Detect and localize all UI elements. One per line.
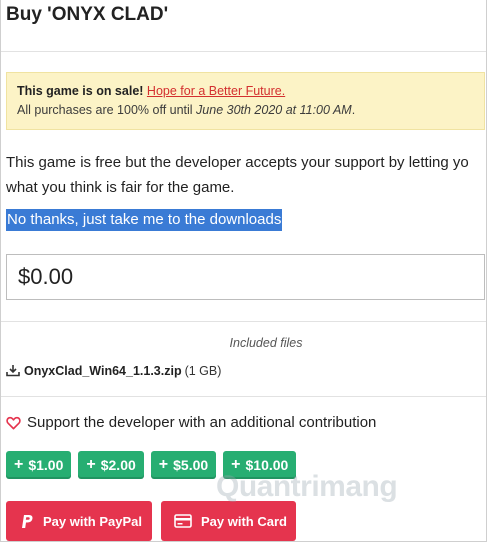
sale-link[interactable]: Hope for a Better Future. xyxy=(147,84,285,98)
sale-line-2: All purchases are 100% off until June 30… xyxy=(17,101,474,120)
sale-banner: This game is on sale! Hope for a Better … xyxy=(6,72,485,130)
file-item: OnyxClad_Win64_1.1.3.zip (1 GB) xyxy=(6,364,221,378)
support-label: Support the developer with an additional… xyxy=(27,414,377,431)
plus-icon: + xyxy=(231,456,241,473)
divider xyxy=(1,321,486,322)
pay-with-paypal-button[interactable]: Pay with PayPal xyxy=(6,501,152,541)
page-title: Buy 'ONYX CLAD' xyxy=(6,4,169,25)
sale-lead: This game is on sale! xyxy=(17,84,144,98)
plus-icon: + xyxy=(158,456,169,473)
tip-label: $10.00 xyxy=(245,457,289,473)
card-label: Pay with Card xyxy=(201,513,287,529)
tip-button-1[interactable]: + $1.00 xyxy=(6,451,72,479)
divider xyxy=(1,396,486,397)
file-size: (1 GB) xyxy=(184,364,222,378)
credit-card-icon xyxy=(174,514,192,528)
pay-with-card-button[interactable]: Pay with Card xyxy=(161,501,296,541)
sale-text-end: . xyxy=(351,103,356,117)
plus-icon: + xyxy=(86,456,96,473)
paypal-label: Pay with PayPal xyxy=(43,513,142,529)
tip-button-5[interactable]: + $5.00 xyxy=(150,451,217,479)
heart-icon xyxy=(6,416,21,430)
description: This game is free but the developer acce… xyxy=(6,150,486,200)
purchase-dialog: Buy 'ONYX CLAD' This game is on sale! Ho… xyxy=(0,0,487,542)
file-name: OnyxClad_Win64_1.1.3.zip xyxy=(24,364,182,378)
sale-line-1: This game is on sale! Hope for a Better … xyxy=(17,82,474,101)
included-files-label: Included files xyxy=(229,336,303,350)
tip-button-10[interactable]: + $10.00 xyxy=(223,451,297,479)
tip-label: $5.00 xyxy=(173,457,209,473)
description-line-1: This game is free but the developer acce… xyxy=(6,154,469,171)
divider xyxy=(1,51,486,52)
sale-text: All purchases are 100% off until xyxy=(17,103,197,117)
download-icon xyxy=(6,365,20,377)
tip-label: $2.00 xyxy=(100,457,136,473)
paypal-icon xyxy=(19,513,34,529)
sale-end-date: June 30th 2020 at 11:00 AM xyxy=(196,103,352,117)
tip-label: $1.00 xyxy=(28,457,64,473)
tip-button-2[interactable]: + $2.00 xyxy=(78,451,144,479)
tip-buttons: + $1.00 + $2.00 + $5.00 + $10.00 xyxy=(6,451,297,479)
no-thanks-download-link[interactable]: No thanks, just take me to the downloads xyxy=(6,209,283,231)
description-line-2: what you think is fair for the game. xyxy=(6,179,235,196)
plus-icon: + xyxy=(14,456,24,473)
support-section: Support the developer with an additional… xyxy=(6,414,376,431)
price-input[interactable]: $0.00 xyxy=(6,254,485,300)
